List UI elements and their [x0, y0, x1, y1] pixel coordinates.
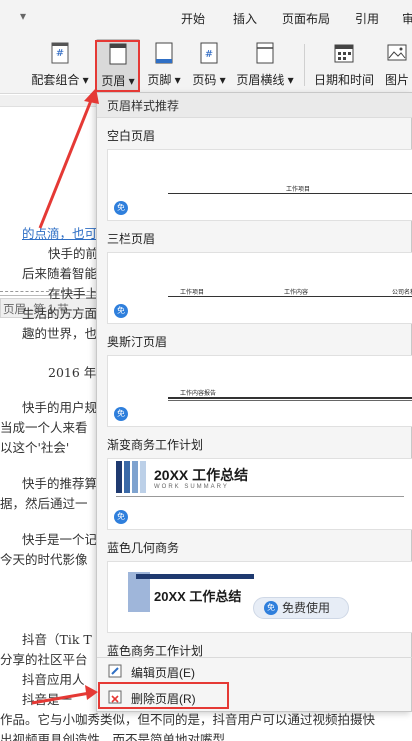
free-badge-icon: 免: [114, 510, 128, 524]
picture-button[interactable]: 图片: [382, 39, 412, 91]
doc-line: 出视频更具创造性，而不是简单地对嘴型: [0, 732, 226, 741]
dropdown-title: 页眉样式推荐: [97, 93, 412, 118]
doc-line: 今天的时代影像: [0, 552, 88, 567]
template-name: 渐变商务工作计划: [107, 438, 204, 452]
header-style-dropdown: 页眉样式推荐 空白页眉 工作项目 免 三栏页眉 工作项目 工作内容 公司名称 免…: [96, 92, 412, 712]
combo-button[interactable]: # 配套组合 ▾: [30, 39, 90, 91]
doc-line: 分享的社区平台: [0, 652, 88, 667]
free-badge-icon: 免: [264, 601, 278, 615]
quick-access-chevron-icon[interactable]: ▾: [20, 9, 26, 23]
insert-ribbon: # 配套组合 ▾ 页眉 ▾ 页脚 ▾ # 页码 ▾ 页眉横线 ▾ 日期和时间 图…: [0, 36, 412, 94]
template-name: 奥斯汀页眉: [107, 335, 168, 349]
doc-line: 生活的方方面: [22, 306, 98, 321]
tab-review[interactable]: 审: [402, 10, 412, 27]
doc-line: 快手是一个记: [22, 532, 98, 547]
menu-tab-bar: ▾ 开始 插入 页面布局 引用 审: [0, 0, 412, 36]
doc-line: 抖音是一: [22, 692, 73, 707]
free-badge-icon: 免: [114, 304, 128, 318]
date-time-button[interactable]: 日期和时间: [312, 39, 376, 91]
doc-line: 以这个'社会': [0, 440, 70, 455]
footer-icon: [153, 41, 175, 65]
page-number-button[interactable]: # 页码 ▾: [189, 39, 229, 91]
menu-separator: [97, 657, 412, 658]
picture-icon: [386, 41, 408, 65]
template-name: 空白页眉: [107, 129, 156, 143]
edit-icon: [107, 663, 123, 679]
doc-line: 当成一个人来看: [0, 420, 88, 435]
tab-insert[interactable]: 插入: [233, 10, 257, 27]
header-line-icon: [254, 41, 276, 65]
doc-line: 2016 年: [48, 365, 97, 380]
edit-header-menu-item[interactable]: 编辑页眉(E): [97, 659, 412, 683]
tab-start[interactable]: 开始: [181, 10, 205, 27]
header-line-button[interactable]: 页眉横线 ▾: [234, 39, 296, 91]
doc-line: 在快手上: [48, 286, 99, 301]
footer-button[interactable]: 页脚 ▾: [144, 39, 184, 91]
free-use-button[interactable]: 免 免费使用: [253, 597, 349, 619]
page-number-icon: #: [198, 41, 220, 65]
doc-line: 抖音应用人: [22, 672, 85, 687]
header-button-highlight: [95, 40, 140, 92]
doc-line: 趣的世界，也: [22, 326, 98, 341]
doc-line: 后来随着智能: [22, 266, 98, 281]
combo-icon: #: [49, 41, 71, 65]
svg-text:#: #: [205, 49, 213, 60]
template-blank-header[interactable]: 工作项目 免: [107, 149, 412, 221]
doc-line: 快手的推荐算: [22, 476, 98, 491]
tab-page-layout[interactable]: 页面布局: [282, 10, 330, 27]
svg-text:#: #: [56, 48, 64, 59]
doc-line: 的点滴，也可: [22, 226, 98, 241]
doc-line: 据，然后通过一: [0, 496, 88, 511]
tab-references[interactable]: 引用: [355, 10, 379, 27]
template-name: 蓝色几何商务: [107, 541, 180, 555]
template-austin-header[interactable]: 工作内容报告 免: [107, 355, 412, 427]
free-badge-icon: 免: [114, 201, 128, 215]
ribbon-separator: [304, 44, 305, 86]
template-three-column-header[interactable]: 工作项目 工作内容 公司名称 免: [107, 252, 412, 324]
delete-header-highlight: [98, 682, 229, 709]
template-blue-geometric-business[interactable]: 20XX 工作总结 免 免费使用: [107, 561, 412, 633]
free-badge-icon: 免: [114, 407, 128, 421]
template-name: 三栏页眉: [107, 232, 156, 246]
template-gradient-business-plan[interactable]: 20XX 工作总结 WORK SUMMARY 免: [107, 458, 412, 530]
doc-line: 抖音（Tik T: [22, 632, 92, 647]
calendar-icon: [333, 41, 355, 65]
doc-line: 快手的用户规: [22, 400, 98, 415]
